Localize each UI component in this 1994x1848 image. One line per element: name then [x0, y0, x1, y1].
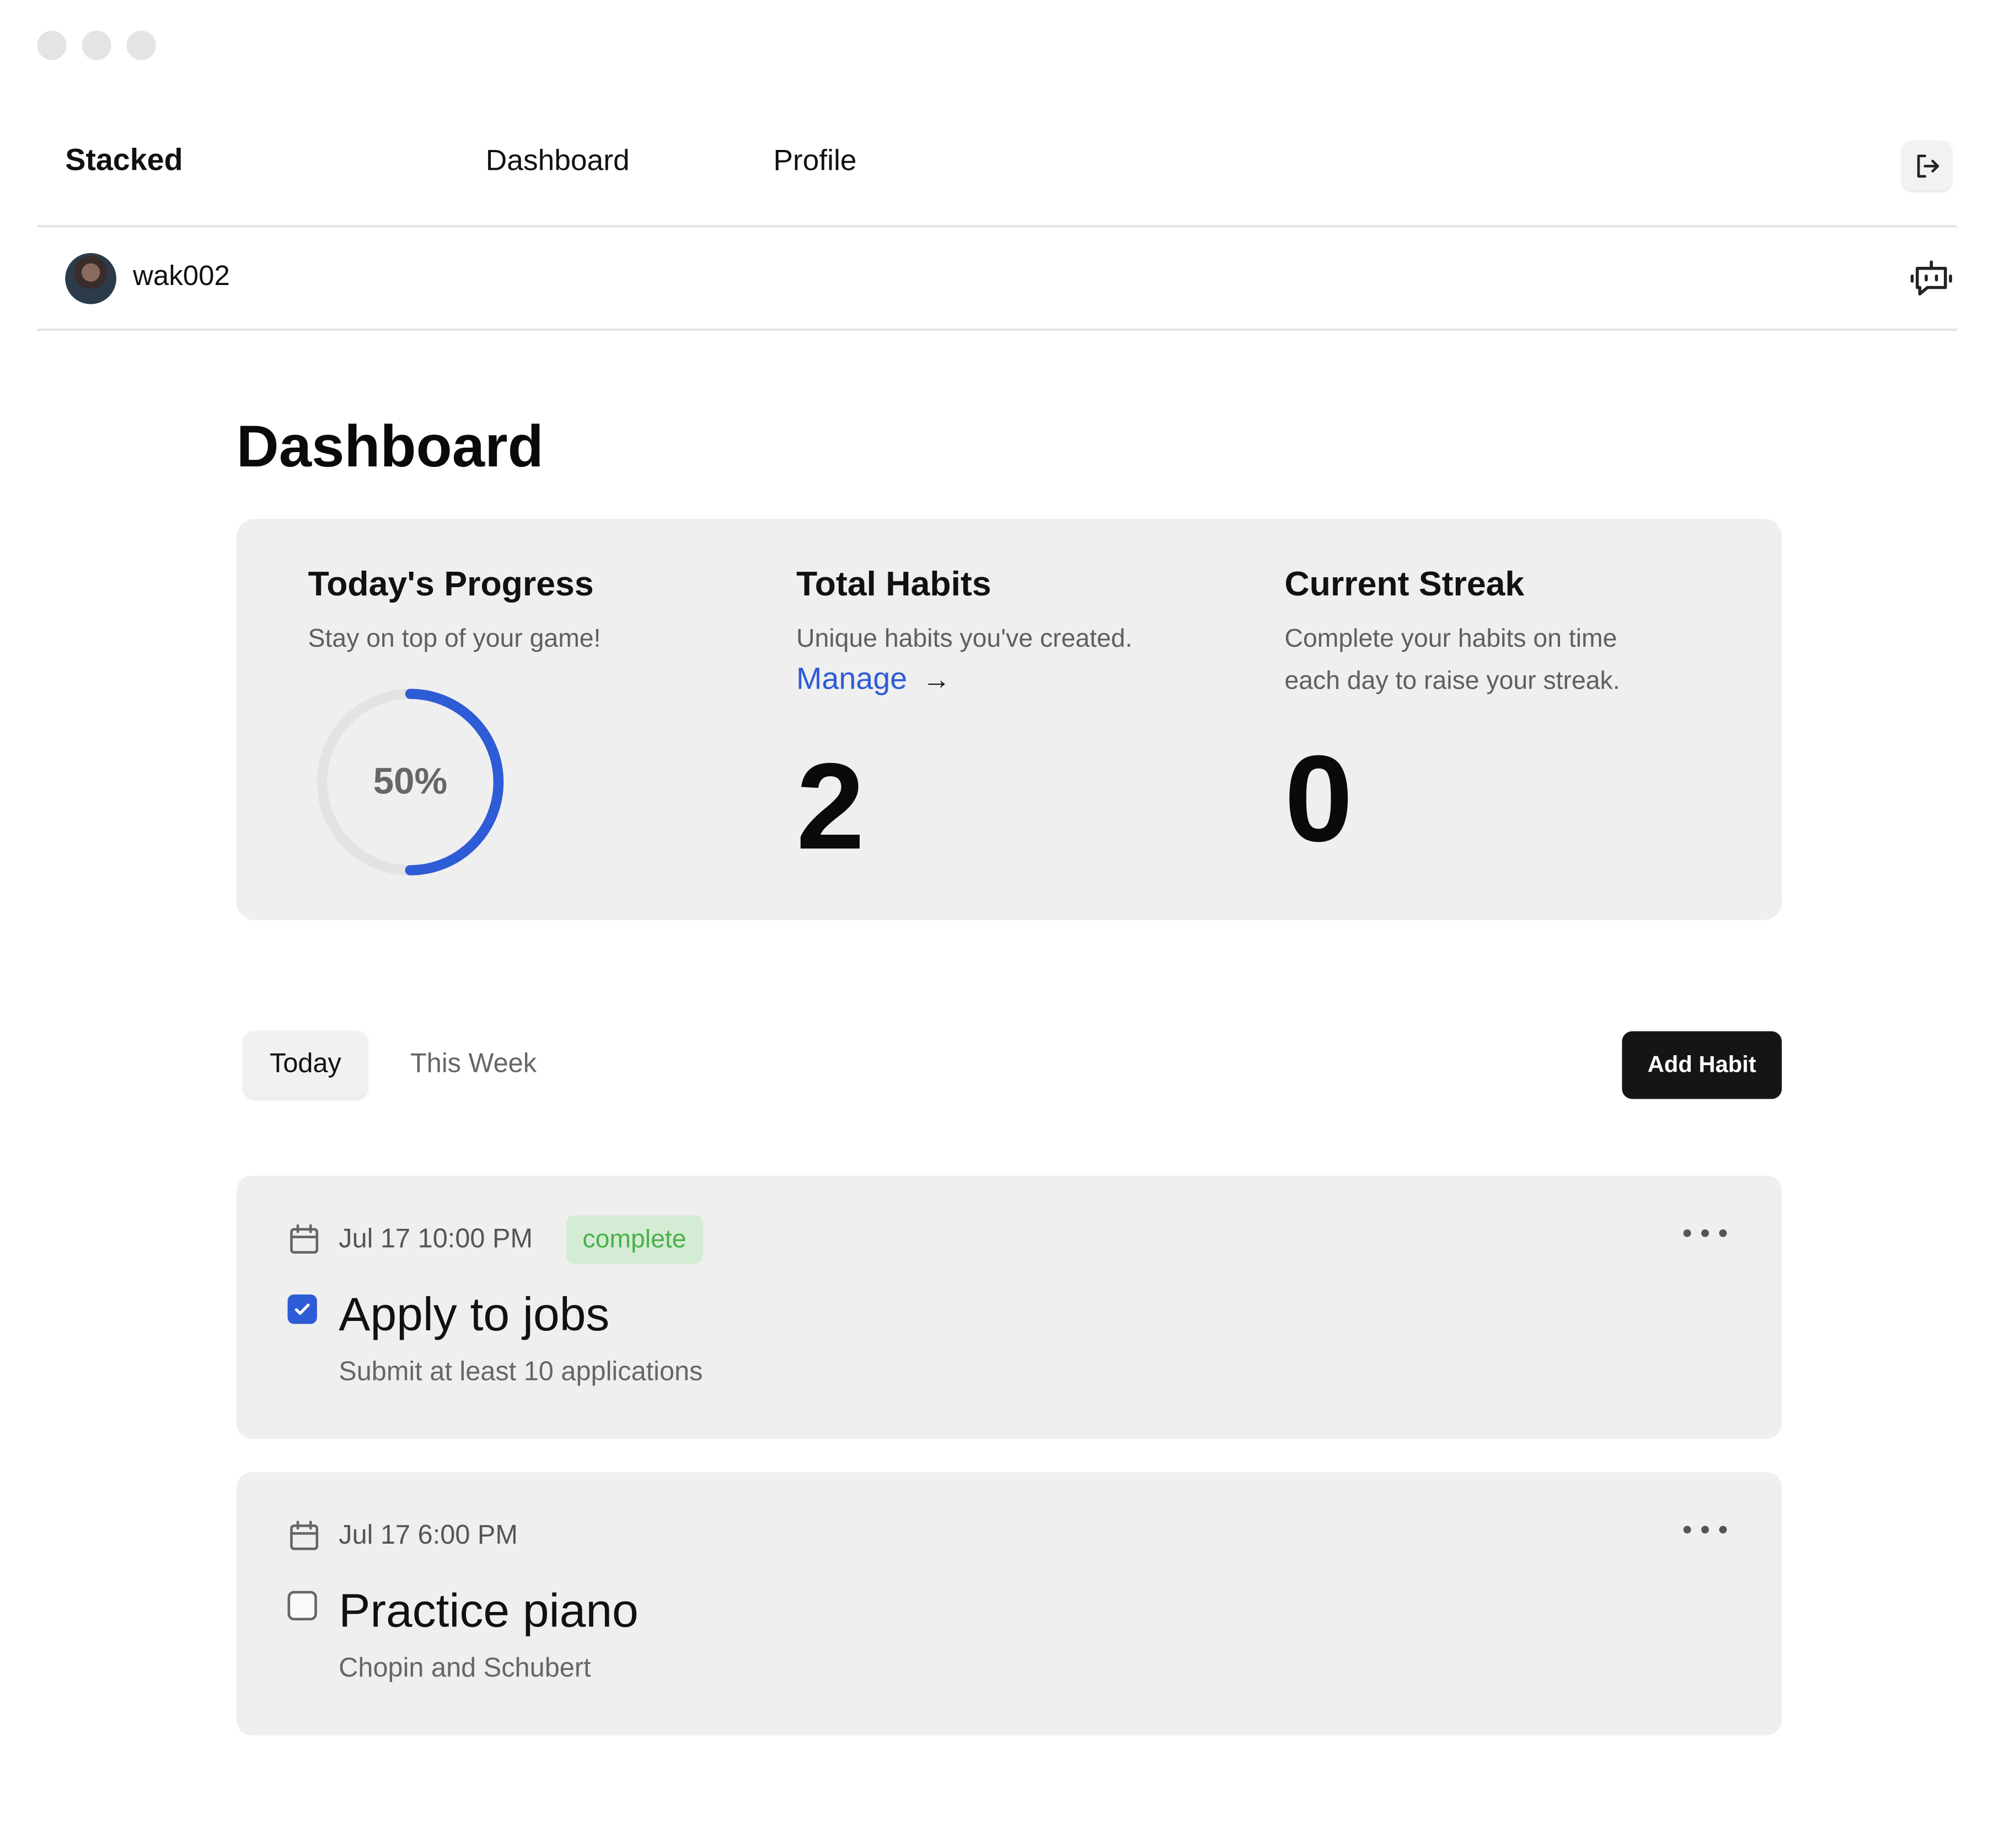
habit-checkbox[interactable]	[287, 1294, 317, 1324]
arrow-right-icon: →	[922, 663, 951, 695]
progress-description: Stay on top of your game!	[308, 625, 601, 653]
tab-today[interactable]: Today	[244, 1031, 367, 1098]
more-options-button[interactable]	[1683, 1224, 1727, 1242]
manage-link[interactable]: Manage →	[796, 662, 951, 698]
total-habits-title: Total Habits	[796, 565, 991, 604]
habit-meta: Jul 17 6:00 PM	[288, 1511, 518, 1562]
page-title: Dashboard	[236, 412, 544, 480]
habit-name: Practice piano	[339, 1584, 639, 1637]
habit-description: Chopin and Schubert	[339, 1653, 591, 1683]
more-dot	[1701, 1525, 1709, 1534]
progress-percent: 50%	[373, 761, 448, 802]
streak-description-line2: each day to raise your streak.	[1284, 667, 1620, 695]
brand-logo[interactable]: Stacked	[65, 143, 183, 179]
manage-link-label: Manage	[796, 662, 908, 697]
logout-icon	[1916, 154, 1939, 178]
avatar[interactable]	[65, 253, 116, 304]
nav-link-profile[interactable]: Profile	[773, 143, 856, 178]
status-badge: complete	[566, 1215, 703, 1264]
checkmark-icon	[294, 1303, 310, 1315]
habit-card: Jul 17 10:00 PM complete Apply to jobs S…	[236, 1175, 1782, 1439]
user-divider	[37, 328, 1957, 331]
window-minimize-button[interactable]	[82, 30, 111, 60]
total-habits-description: Unique habits you've created.	[796, 625, 1133, 653]
stats-panel: Today's Progress Stay on top of your gam…	[236, 519, 1782, 920]
view-tabs: Today This Week	[244, 1031, 537, 1098]
streak-value: 0	[1284, 730, 1353, 868]
app-window: Stacked Dashboard Profile wak002 Dashboa…	[0, 0, 1994, 1848]
calendar-icon	[290, 1521, 319, 1550]
logout-button[interactable]	[1902, 140, 1952, 191]
nav-divider	[37, 224, 1957, 228]
nav-link-dashboard[interactable]: Dashboard	[486, 143, 630, 178]
streak-description-line1: Complete your habits on time	[1284, 625, 1617, 653]
habit-datetime: Jul 17 6:00 PM	[339, 1521, 518, 1550]
progress-title: Today's Progress	[308, 565, 594, 604]
window-close-button[interactable]	[37, 30, 67, 60]
total-habits-value: 2	[796, 738, 865, 875]
habit-datetime: Jul 17 10:00 PM	[339, 1224, 533, 1254]
more-dot	[1719, 1229, 1727, 1237]
more-dot	[1683, 1229, 1691, 1237]
calendar-icon	[290, 1224, 319, 1254]
bot-icon[interactable]	[1910, 257, 1953, 300]
habit-meta: Jul 17 10:00 PM complete	[288, 1214, 703, 1265]
more-dot	[1719, 1525, 1727, 1534]
habit-checkbox[interactable]	[287, 1591, 317, 1621]
habit-card: Jul 17 6:00 PM Practice piano Chopin and…	[236, 1472, 1782, 1736]
window-maximize-button[interactable]	[126, 30, 156, 60]
more-options-button[interactable]	[1683, 1521, 1727, 1538]
user-bar: wak002	[0, 230, 1994, 327]
add-habit-button[interactable]: Add Habit	[1622, 1031, 1782, 1099]
username: wak002	[133, 259, 230, 292]
habit-description: Submit at least 10 applications	[339, 1357, 703, 1387]
window-controls	[37, 30, 156, 60]
top-navigation: Stacked Dashboard Profile	[0, 128, 1994, 200]
more-dot	[1701, 1229, 1709, 1237]
streak-title: Current Streak	[1284, 565, 1525, 604]
more-dot	[1683, 1525, 1691, 1534]
habit-name: Apply to jobs	[339, 1288, 610, 1341]
tab-this-week[interactable]: This Week	[410, 1049, 537, 1080]
